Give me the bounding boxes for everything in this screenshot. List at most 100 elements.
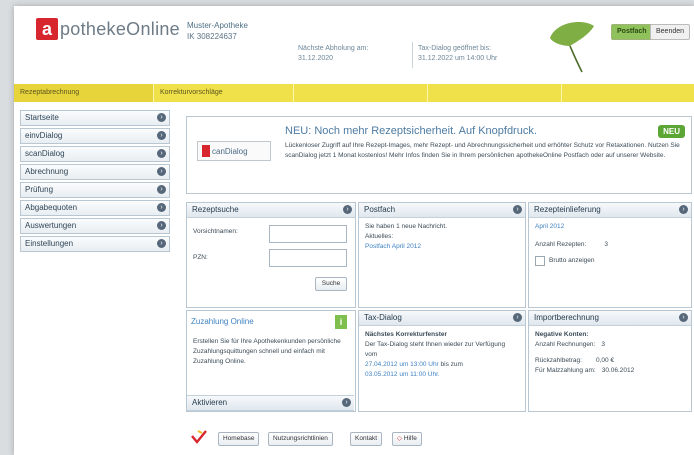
sidebar: Startseite › einvDialog › scanDialog › Abre… — [20, 110, 170, 254]
sidebar-item-auswertungen[interactable]: Auswertungen › — [20, 218, 170, 234]
taxdialog-subtitle: Nächstes Korrekturfenster — [365, 331, 448, 338]
logo[interactable]: a pothekeOnline — [36, 18, 180, 40]
new-message-text: Sie haben 1 neue Nachricht. — [365, 223, 448, 230]
activate-label: Aktivieren — [192, 398, 228, 407]
import-panel: Importberechnung › Negative Konten: Anzah… — [528, 310, 692, 412]
count-row: Anzahl Rezepten: 3 — [535, 240, 685, 250]
chevron-right-icon: › — [157, 131, 166, 140]
hilfe-label: Hilfe — [403, 435, 417, 442]
logout-button[interactable]: Beenden — [650, 24, 691, 40]
sidebar-item-label: Auswertungen — [25, 221, 77, 230]
kontakt-button[interactable]: Kontakt — [350, 432, 383, 446]
taxdialog-text: Der Tax-Dialog steht Ihnen wieder zur Ve… — [365, 341, 506, 358]
rezepteinlieferung-panel: Rezepteinlieferung › April 2012 Anzahl Re… — [528, 202, 692, 308]
sidebar-item-einvdialog[interactable]: einvDialog › — [20, 128, 170, 144]
scandialog-logo-mark — [202, 145, 210, 157]
sidebar-item-label: Startseite — [25, 113, 59, 122]
scandialog-logo-text: canDialog — [212, 146, 248, 156]
panel-title: Rezeptsuche › — [187, 203, 355, 218]
tab-korrekturvorschlaege[interactable]: Korrekturvorschläge — [154, 84, 294, 102]
postfach-button[interactable]: Postfach — [611, 24, 653, 40]
nutzungsrichtlinien-button[interactable]: Nutzungsrichtlinien — [268, 432, 333, 446]
chevron-right-icon: › — [157, 113, 166, 122]
zuzahlung-action[interactable]: Aktivieren › — [187, 395, 354, 411]
pharmacy-info: Muster-Apotheke IK 308224637 — [187, 20, 248, 42]
sidebar-item-label: scanDialog — [25, 149, 65, 158]
taxdialog-panel: Tax-Dialog › Nächstes Korrekturfenster De… — [358, 310, 526, 412]
ginkgo-leaf-icon — [550, 22, 594, 73]
brutto-row: Brutto anzeigen — [535, 256, 685, 266]
next-billing: Nächste Abholung am: 31.12.2020 — [298, 44, 368, 64]
import-amount-label: Rückzahlbetrag: — [535, 357, 582, 364]
sidebar-item-pruefung[interactable]: Prüfung › — [20, 182, 170, 198]
aktuelles-label: Aktuelles: — [365, 233, 394, 240]
sidebar-item-einstellungen[interactable]: Einstellungen › — [20, 236, 170, 252]
diamond-icon: ◇ — [397, 435, 402, 442]
chevron-right-icon[interactable]: › — [513, 205, 522, 214]
panel-title-text: Postfach — [364, 205, 396, 214]
panel-title: Importberechnung › — [529, 311, 691, 326]
main-nav: Rezeptabrechnung Korrekturvorschläge — [14, 84, 694, 102]
postfach-link[interactable]: Postfach April 2012 — [365, 242, 519, 252]
import-date-value: 30.06.2012 — [601, 367, 635, 374]
panel-title-text: Tax-Dialog — [364, 313, 402, 322]
logo-mark: a — [36, 18, 58, 40]
zuzahlung-title: Zuzahlung Online — [191, 317, 254, 326]
news-banner: canDialog NEU: Noch mehr Rezeptsicherhei… — [186, 116, 692, 194]
taxdialog-to: 03.05.2012 um 11:00 Uhr. — [365, 371, 440, 378]
tab-empty-2[interactable] — [428, 84, 562, 102]
field-label-name: Vorsichtnamen: — [193, 228, 238, 235]
next-billing-label: Nächste Abholung am: — [298, 45, 369, 52]
sidebar-item-startseite[interactable]: Startseite › — [20, 110, 170, 126]
chevron-right-icon[interactable]: › — [343, 205, 352, 214]
checkmark-logo-icon — [191, 430, 207, 444]
homebase-button[interactable]: Homebase — [218, 432, 260, 446]
panel-title: Postfach › — [359, 203, 525, 218]
next-billing-date: 31.12.2020 — [298, 55, 334, 62]
sidebar-item-label: einvDialog — [25, 131, 63, 140]
tax-dialog-date: 31.12.2022 um 14:00 Uhr — [418, 55, 498, 62]
sidebar-item-scandialog[interactable]: scanDialog › — [20, 146, 170, 162]
panel-title-text: Rezepteinlieferung — [534, 205, 601, 214]
chevron-right-icon[interactable]: › — [679, 205, 688, 214]
sidebar-item-label: Abgabequoten — [25, 203, 78, 212]
brutto-checkbox[interactable] — [535, 256, 545, 266]
pharmacy-name: Muster-Apotheke — [187, 21, 248, 30]
taxdialog-bis: bis zum — [440, 361, 463, 368]
tab-rezeptabrechnung[interactable]: Rezeptabrechnung — [14, 84, 154, 102]
chevron-right-icon: › — [157, 203, 166, 212]
pzn-input[interactable] — [269, 249, 347, 267]
zuzahlung-body: Erstellen Sie für Ihre Apothekenkunden p… — [193, 338, 341, 365]
field-label-pzn: PZN: — [193, 254, 208, 261]
search-button[interactable]: Suche — [315, 277, 347, 291]
sidebar-item-abrechnung[interactable]: Abrechnung › — [20, 164, 170, 180]
app-window: a pothekeOnline Muster-Apotheke IK 30822… — [14, 6, 694, 455]
import-amount-row: Rückzahlbetrag: 0,00 € — [535, 356, 685, 366]
import-subtitle: Negative Konten: — [535, 331, 589, 338]
hilfe-button[interactable]: ◇ Hilfe — [392, 432, 422, 446]
count-value: 3 — [604, 241, 608, 248]
import-date-row: Für Malzzahlung am: 30.06.2012 — [535, 366, 685, 376]
chevron-right-icon[interactable]: › — [513, 313, 522, 322]
import-amount-value: 0,00 € — [595, 357, 615, 364]
chevron-right-icon: › — [157, 239, 166, 248]
logo-text: pothekeOnline — [60, 18, 180, 39]
panel-title: Rezepteinlieferung › — [529, 203, 691, 218]
name-input[interactable] — [269, 225, 347, 243]
info-icon: i — [335, 315, 347, 329]
rezepteinlieferung-body: April 2012 Anzahl Rezepten: 3 Brutto anze… — [529, 218, 691, 270]
import-count-value: 3 — [601, 341, 605, 348]
tab-empty-3[interactable] — [562, 84, 694, 102]
chevron-right-icon[interactable]: › — [679, 313, 688, 322]
chevron-right-icon: › — [157, 149, 166, 158]
news-title: NEU: Noch mehr Rezeptsicherheit. Auf Kno… — [285, 125, 537, 137]
panel-title-text: Rezeptsuche — [192, 205, 239, 214]
sidebar-item-abgabequoten[interactable]: Abgabequoten › — [20, 200, 170, 216]
rezeptsuche-panel: Rezeptsuche › Vorsichtnamen: PZN: Suche — [186, 202, 356, 308]
scandialog-logo[interactable]: canDialog — [197, 141, 271, 161]
sidebar-item-label: Abrechnung — [25, 167, 69, 176]
news-body: Lückenloser Zugriff auf Ihre Rezept-Imag… — [285, 142, 680, 159]
tab-empty-1[interactable] — [294, 84, 428, 102]
panel-title-text: Importberechnung — [534, 313, 599, 322]
import-date-label: Für Malzzahlung am: — [535, 367, 596, 374]
